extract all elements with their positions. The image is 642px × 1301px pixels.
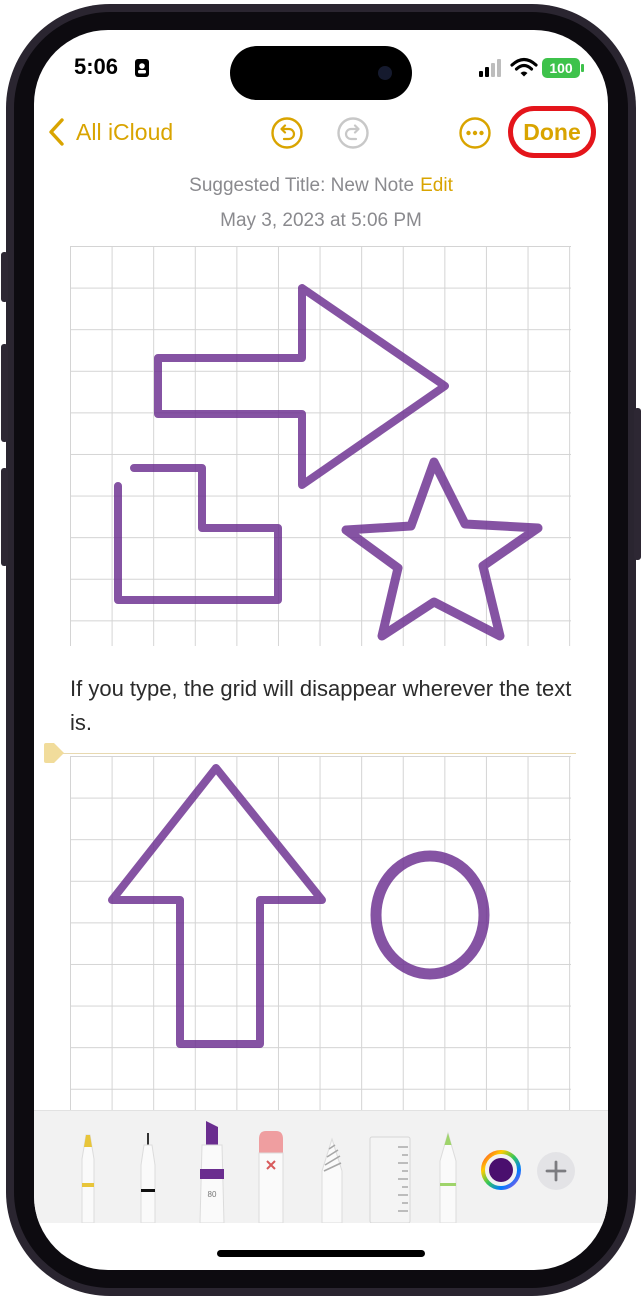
chevron-left-icon	[49, 118, 64, 146]
done-button[interactable]: Done	[508, 106, 596, 158]
drawing-canvas-bottom[interactable]	[70, 756, 571, 1136]
status-time-text: 5:06	[74, 54, 119, 79]
drawing-toolbar: 80	[34, 1110, 608, 1223]
volume-down-button	[1, 468, 8, 566]
pencil-tool[interactable]	[434, 1131, 462, 1223]
drawing-resize-handle[interactable]	[42, 742, 66, 764]
plus-icon[interactable]	[536, 1151, 576, 1191]
battery-level: 100	[549, 60, 573, 76]
home-indicator[interactable]	[217, 1250, 425, 1257]
edit-title-link[interactable]: Edit	[420, 175, 453, 196]
battery-cap	[581, 64, 584, 72]
wifi-icon	[510, 57, 538, 77]
undo-icon[interactable]	[270, 116, 304, 150]
marker-size-label: 80	[208, 1190, 217, 1199]
eraser-tool[interactable]	[254, 1129, 288, 1223]
drawing-canvas-top[interactable]	[70, 246, 571, 646]
action-button	[1, 252, 8, 302]
pen-tool[interactable]	[72, 1131, 104, 1223]
note-date: May 3, 2023 at 5:06 PM	[220, 210, 422, 231]
note-body-text[interactable]: If you type, the grid will disappear whe…	[70, 672, 574, 740]
redo-icon[interactable]	[336, 116, 370, 150]
person-badge-icon	[135, 59, 149, 77]
screen: 5:06 100 All iCloud Done Suggested Title…	[34, 30, 608, 1270]
monoline-tool[interactable]	[132, 1131, 164, 1223]
signal-icon	[479, 59, 501, 77]
back-button[interactable]: All iCloud	[46, 114, 173, 150]
volume-up-button	[1, 344, 8, 442]
drawing-divider	[54, 753, 576, 754]
marker-tool[interactable]: 80	[192, 1119, 232, 1223]
battery-indicator: 100	[542, 58, 580, 78]
more-icon[interactable]	[458, 116, 492, 150]
suggested-title: Suggested Title: New Note Edit	[34, 175, 608, 197]
ruler-tool[interactable]	[368, 1135, 412, 1223]
suggested-title-text: Suggested Title: New Note	[189, 175, 415, 196]
status-time: 5:06	[74, 54, 118, 80]
back-label: All iCloud	[76, 118, 174, 145]
dynamic-island	[230, 46, 412, 100]
lasso-tool[interactable]	[316, 1133, 348, 1223]
side-button	[634, 408, 641, 560]
color-picker-icon[interactable]	[480, 1149, 522, 1191]
